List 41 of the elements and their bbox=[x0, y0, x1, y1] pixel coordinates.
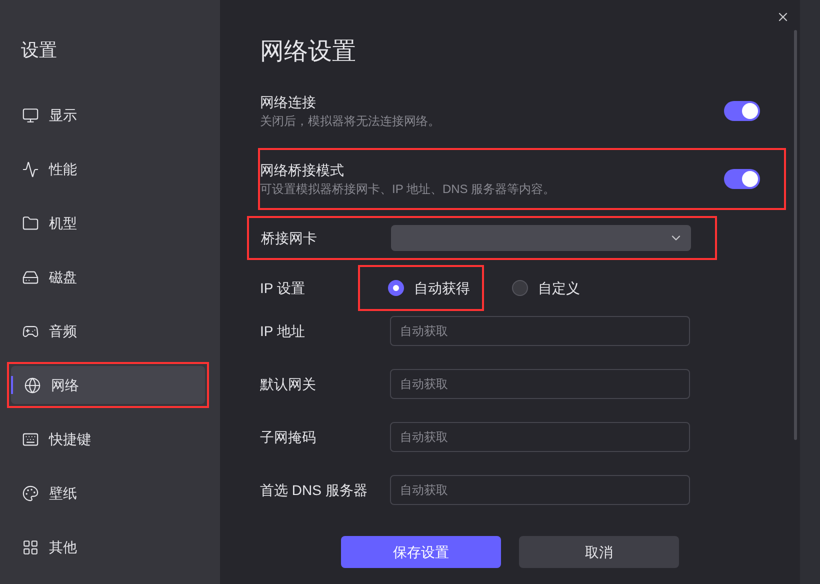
setting-label: 网络桥接模式 bbox=[260, 161, 345, 180]
field-label: 子网掩码 bbox=[260, 428, 317, 446]
sidebar-item[interactable]: 网络 bbox=[11, 366, 205, 404]
page-title: 网络设置 bbox=[260, 37, 357, 67]
setting-description: 关闭后，模拟器将无法连接网络。 bbox=[260, 113, 440, 130]
keyboard-icon bbox=[22, 430, 39, 448]
globe-icon bbox=[24, 376, 41, 394]
input-field[interactable]: 自动获取 bbox=[390, 422, 690, 452]
palette-icon bbox=[22, 484, 39, 502]
field-label: IP 地址 bbox=[260, 322, 306, 340]
sidebar-item[interactable]: 性能 bbox=[9, 150, 207, 188]
input-field[interactable]: 自动获取 bbox=[390, 316, 690, 346]
setting-label: 网络连接 bbox=[260, 93, 317, 112]
field-label: IP 设置 bbox=[260, 278, 306, 298]
monitor-icon bbox=[22, 106, 39, 124]
grid-icon bbox=[22, 538, 39, 556]
close-icon[interactable] bbox=[776, 10, 790, 24]
radio-option[interactable]: 自定义 bbox=[512, 278, 580, 298]
sidebar-item[interactable]: 音频 bbox=[9, 312, 207, 350]
sidebar-item[interactable]: 快捷键 bbox=[9, 420, 207, 458]
folder-icon bbox=[22, 214, 39, 232]
toggle-switch[interactable] bbox=[724, 169, 760, 189]
field-label: 桥接网卡 bbox=[261, 228, 318, 248]
pulse-icon bbox=[22, 160, 39, 178]
input-field[interactable]: 自动获取 bbox=[390, 369, 690, 399]
setting-description: 可设置模拟器桥接网卡、IP 地址、DNS 服务器等内容。 bbox=[260, 181, 556, 198]
field-label: 首选 DNS 服务器 bbox=[260, 480, 368, 500]
sidebar-item[interactable]: 机型 bbox=[9, 204, 207, 242]
sidebar-title: 设置 bbox=[21, 39, 58, 62]
field-label: 默认网关 bbox=[260, 374, 317, 394]
sidebar-item[interactable]: 显示 bbox=[9, 96, 207, 134]
input-field[interactable]: 自动获取 bbox=[390, 475, 690, 505]
sidebar-item[interactable]: 磁盘 bbox=[9, 258, 207, 296]
scrollbar[interactable] bbox=[794, 30, 797, 440]
radio-option[interactable]: 自动获得 bbox=[388, 278, 470, 298]
toggle-switch[interactable] bbox=[724, 101, 760, 121]
active-indicator bbox=[11, 376, 13, 394]
save-button[interactable]: 保存设置 bbox=[341, 536, 501, 568]
sidebar-item[interactable]: 壁纸 bbox=[9, 474, 207, 512]
cancel-button[interactable]: 取消 bbox=[519, 536, 679, 568]
sidebar-item[interactable]: 其他 bbox=[9, 528, 207, 566]
